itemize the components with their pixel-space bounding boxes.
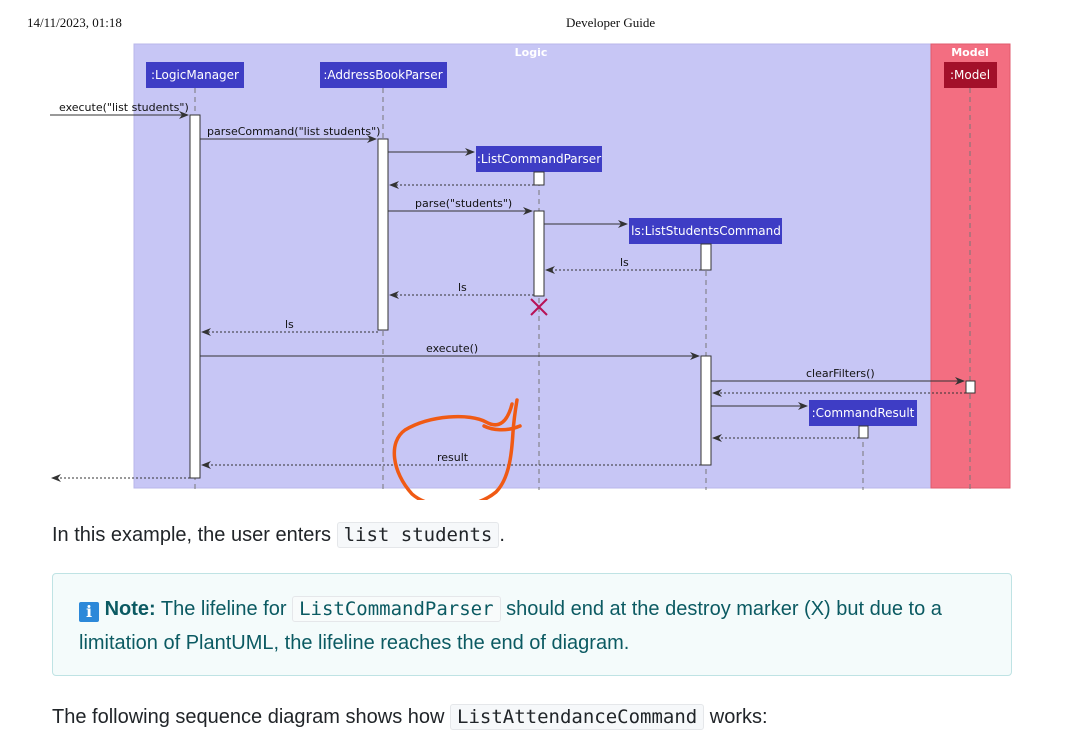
logic-box-label: Logic bbox=[515, 46, 548, 59]
msg-ls-3-label: ls bbox=[285, 318, 294, 331]
print-timestamp: 14/11/2023, 01:18 bbox=[27, 15, 122, 30]
msg-result-label: result bbox=[437, 451, 469, 464]
command-code: list students bbox=[336, 522, 500, 548]
sequence-intro-end: works: bbox=[709, 706, 768, 728]
participant-command-result-label: :CommandResult bbox=[812, 406, 915, 420]
msg-ls-1-label: ls bbox=[620, 256, 629, 269]
note-label: Note: bbox=[104, 598, 156, 620]
example-paragraph: In this example, the user enters list st… bbox=[52, 521, 505, 549]
attendance-command-code: ListAttendanceCommand bbox=[450, 704, 705, 730]
msg-execute-label: execute() bbox=[426, 342, 478, 355]
note-text-1: The lifeline for bbox=[160, 598, 287, 620]
sequence-diagram: Logic Model :LogicManager :AddressBookPa… bbox=[50, 43, 1011, 500]
print-title: Developer Guide bbox=[566, 15, 656, 30]
example-period: . bbox=[499, 524, 505, 546]
participant-logic-manager-label: :LogicManager bbox=[151, 68, 239, 82]
msg-parse-label: parse("students") bbox=[415, 197, 512, 210]
info-icon: i bbox=[79, 602, 99, 622]
participant-model-label: :Model bbox=[950, 68, 990, 82]
participant-address-book-parser-label: :AddressBookParser bbox=[323, 68, 442, 82]
model-box-label: Model bbox=[951, 46, 989, 59]
msg-ls-2-label: ls bbox=[458, 281, 467, 294]
msg-execute-in-label: execute("list students") bbox=[59, 101, 189, 114]
msg-parse-command-label: parseCommand("list students") bbox=[207, 125, 380, 138]
note-box: i Note: The lifeline for ListCommandPars… bbox=[52, 573, 1012, 676]
participant-list-students-command-label: ls:ListStudentsCommand bbox=[631, 224, 781, 238]
note-code: ListCommandParser bbox=[292, 596, 501, 622]
msg-clear-filters-label: clearFilters() bbox=[806, 367, 875, 380]
sequence-intro-paragraph: The following sequence diagram shows how… bbox=[52, 703, 768, 731]
sequence-intro-text: The following sequence diagram shows how bbox=[52, 706, 445, 728]
participant-list-command-parser-label: :ListCommandParser bbox=[477, 152, 601, 166]
example-text: In this example, the user enters bbox=[52, 524, 332, 546]
